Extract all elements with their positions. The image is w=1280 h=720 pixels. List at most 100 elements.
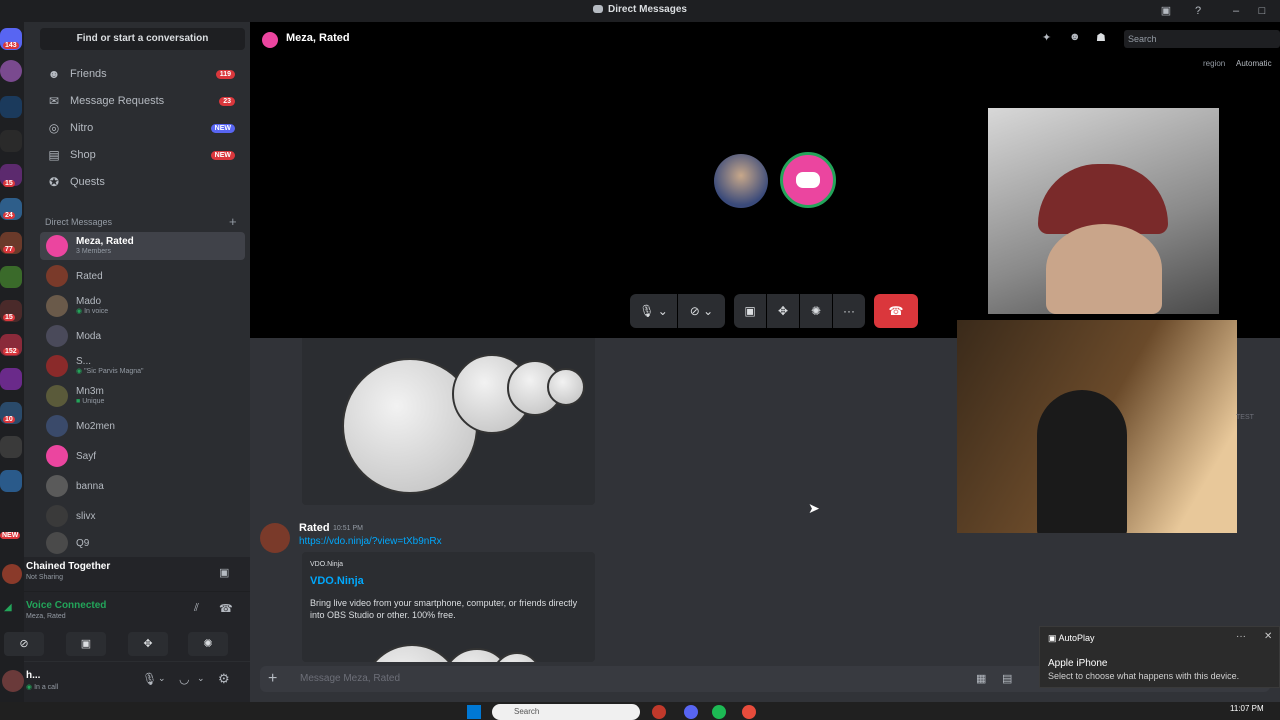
dm-name: Sayf	[76, 450, 97, 462]
nav-message-requests[interactable]: ✉ Message Requests 23	[40, 89, 245, 113]
activities-icon[interactable]: ✥	[767, 294, 799, 328]
dm-sidebar: Find or start a conversation ☻ Friends 1…	[2, 22, 250, 702]
taskbar-app-icon[interactable]	[652, 705, 666, 719]
maximize-button[interactable]: □	[1254, 3, 1270, 19]
autoplay-icon: ▣	[1048, 633, 1059, 643]
minimize-button[interactable]: –	[1228, 3, 1244, 19]
webcam-video-2[interactable]	[957, 320, 1237, 533]
activities-button[interactable]: ✥	[128, 632, 168, 656]
region-select[interactable]: Automatic	[1236, 59, 1272, 68]
nav-nitro[interactable]: ◎ Nitro NEW	[40, 116, 245, 140]
dm-item[interactable]: S... ◉ "Sic Parvis Magna"	[40, 352, 245, 380]
server-icon[interactable]	[0, 470, 22, 492]
activity-panel: Chained Together Not Sharing ▣	[2, 557, 250, 591]
participant-avatar[interactable]	[714, 154, 768, 208]
video-toggle-button[interactable]: ⊘	[4, 632, 44, 656]
dm-name: banna	[76, 480, 104, 492]
vdo-ninja-logo	[547, 368, 585, 406]
clock[interactable]: 11:07 PM	[1230, 704, 1264, 713]
dm-name: Mado	[76, 296, 102, 307]
user-panel: h... ◉ In a call 🎙︎ ⌄ ◡ ⌄ ⚙	[2, 662, 250, 702]
participant-avatar[interactable]	[780, 152, 836, 208]
search-input[interactable]: Search	[1124, 30, 1280, 48]
new-badge: NEW	[210, 150, 235, 160]
inbox-icon[interactable]: ▣	[1158, 3, 1174, 19]
server-badge: 143	[3, 42, 19, 49]
microphone-icon[interactable]: 🎙︎	[142, 672, 157, 686]
server-badge: 24	[3, 212, 15, 219]
headphones-icon[interactable]: ◡	[179, 672, 189, 686]
gif-icon[interactable]: ▤	[1002, 672, 1012, 685]
user-avatar[interactable]	[2, 670, 24, 692]
share-screen-button[interactable]: ▣	[66, 632, 106, 656]
window-title: Direct Messages	[0, 4, 1280, 15]
message-timestamp: 10:51 PM	[333, 525, 363, 532]
nav-shop[interactable]: ▤ Shop NEW	[40, 143, 245, 167]
voice-icon: ◉	[76, 308, 85, 315]
taskbar-app-icon[interactable]	[742, 705, 756, 719]
link-embed: VDO.Ninja VDO.Ninja Bring live video fro…	[302, 552, 595, 662]
close-icon[interactable]: ✕	[1264, 631, 1272, 642]
dm-item[interactable]: Moda	[40, 322, 245, 350]
start-button[interactable]	[467, 705, 481, 719]
add-attachment-icon[interactable]: +	[268, 670, 277, 688]
embed-title[interactable]: VDO.Ninja	[310, 575, 364, 587]
server-icon[interactable]	[0, 266, 22, 288]
camera-toggle-button[interactable]: ⊘ ⌄	[678, 294, 725, 328]
soundboard-button[interactable]: ✺	[188, 632, 228, 656]
taskbar-app-icon[interactable]	[684, 705, 698, 719]
dm-item[interactable]: Rated	[40, 262, 245, 290]
mute-button[interactable]: 🎙︎ ⌄	[630, 294, 677, 328]
message-input[interactable]: Message Meza, Rated	[300, 673, 400, 684]
dm-subtext: ■ Unique	[76, 398, 105, 405]
dm-item[interactable]: Mn3m ■ Unique	[40, 382, 245, 410]
message-link[interactable]: https://vdo.ninja/?view=tXb9nRx	[299, 536, 442, 547]
dm-item[interactable]: banna	[40, 472, 245, 500]
author-avatar[interactable]	[260, 523, 290, 553]
stream-game-icon[interactable]: ▣	[219, 566, 229, 579]
find-conversation-button[interactable]: Find or start a conversation	[40, 28, 245, 50]
create-dm-icon[interactable]: +	[229, 214, 237, 229]
chevron-down-icon[interactable]: ⌄	[197, 673, 205, 684]
dm-name: S...	[76, 356, 92, 367]
taskbar-search[interactable]: Search	[492, 704, 640, 720]
dm-item[interactable]: Meza, Rated 3 Members	[40, 232, 245, 260]
avatar	[46, 505, 68, 527]
settings-gear-icon[interactable]: ⚙	[218, 671, 230, 687]
add-friends-icon[interactable]: ☻	[1069, 31, 1081, 43]
gift-icon[interactable]: ▦	[976, 672, 986, 685]
server-icon[interactable]	[0, 96, 22, 118]
noise-suppression-icon[interactable]: ⫽	[194, 602, 199, 615]
dm-item[interactable]: Mo2men	[40, 412, 245, 440]
image-embed[interactable]	[302, 338, 595, 505]
disconnect-icon[interactable]: ☎	[219, 602, 233, 615]
embed-description: Bring live video from your smartphone, c…	[310, 598, 578, 620]
call-title: Meza, Rated	[286, 32, 350, 44]
nav-friends[interactable]: ☻ Friends 119	[40, 62, 245, 86]
dm-item[interactable]: Sayf	[40, 442, 245, 470]
share-screen-icon[interactable]: ▣	[734, 294, 766, 328]
status-icon: ◉	[76, 368, 85, 375]
pin-icon[interactable]: ✦	[1042, 31, 1051, 44]
soundboard-icon[interactable]: ✺	[800, 294, 832, 328]
dm-section-header: Direct Messages	[45, 217, 113, 227]
dm-item[interactable]: Q9	[40, 532, 245, 554]
dm-item[interactable]: Mado ◉ In voice	[40, 292, 245, 320]
members-icon[interactable]: ☗	[1096, 31, 1106, 44]
leave-call-button[interactable]: ☎	[874, 294, 918, 328]
server-icon[interactable]	[0, 436, 22, 458]
embed-provider: VDO.Ninja	[310, 561, 344, 568]
nav-quests[interactable]: ✪ Quests	[40, 170, 245, 194]
message-author[interactable]: Rated	[299, 522, 330, 534]
server-icon[interactable]	[0, 130, 22, 152]
more-options-icon[interactable]: ···	[833, 294, 865, 328]
webcam-video-1[interactable]	[988, 108, 1219, 314]
autoplay-notification[interactable]: ▣ AutoPlay ··· ✕ Apple iPhone Select to …	[1039, 626, 1280, 688]
dm-item[interactable]: slivx	[40, 502, 245, 530]
more-options-icon[interactable]: ···	[1236, 631, 1246, 642]
server-icon[interactable]	[0, 368, 22, 390]
chevron-down-icon[interactable]: ⌄	[158, 673, 166, 684]
help-icon[interactable]: ?	[1190, 3, 1206, 19]
spotify-icon[interactable]	[712, 705, 726, 719]
server-icon[interactable]	[0, 60, 22, 82]
